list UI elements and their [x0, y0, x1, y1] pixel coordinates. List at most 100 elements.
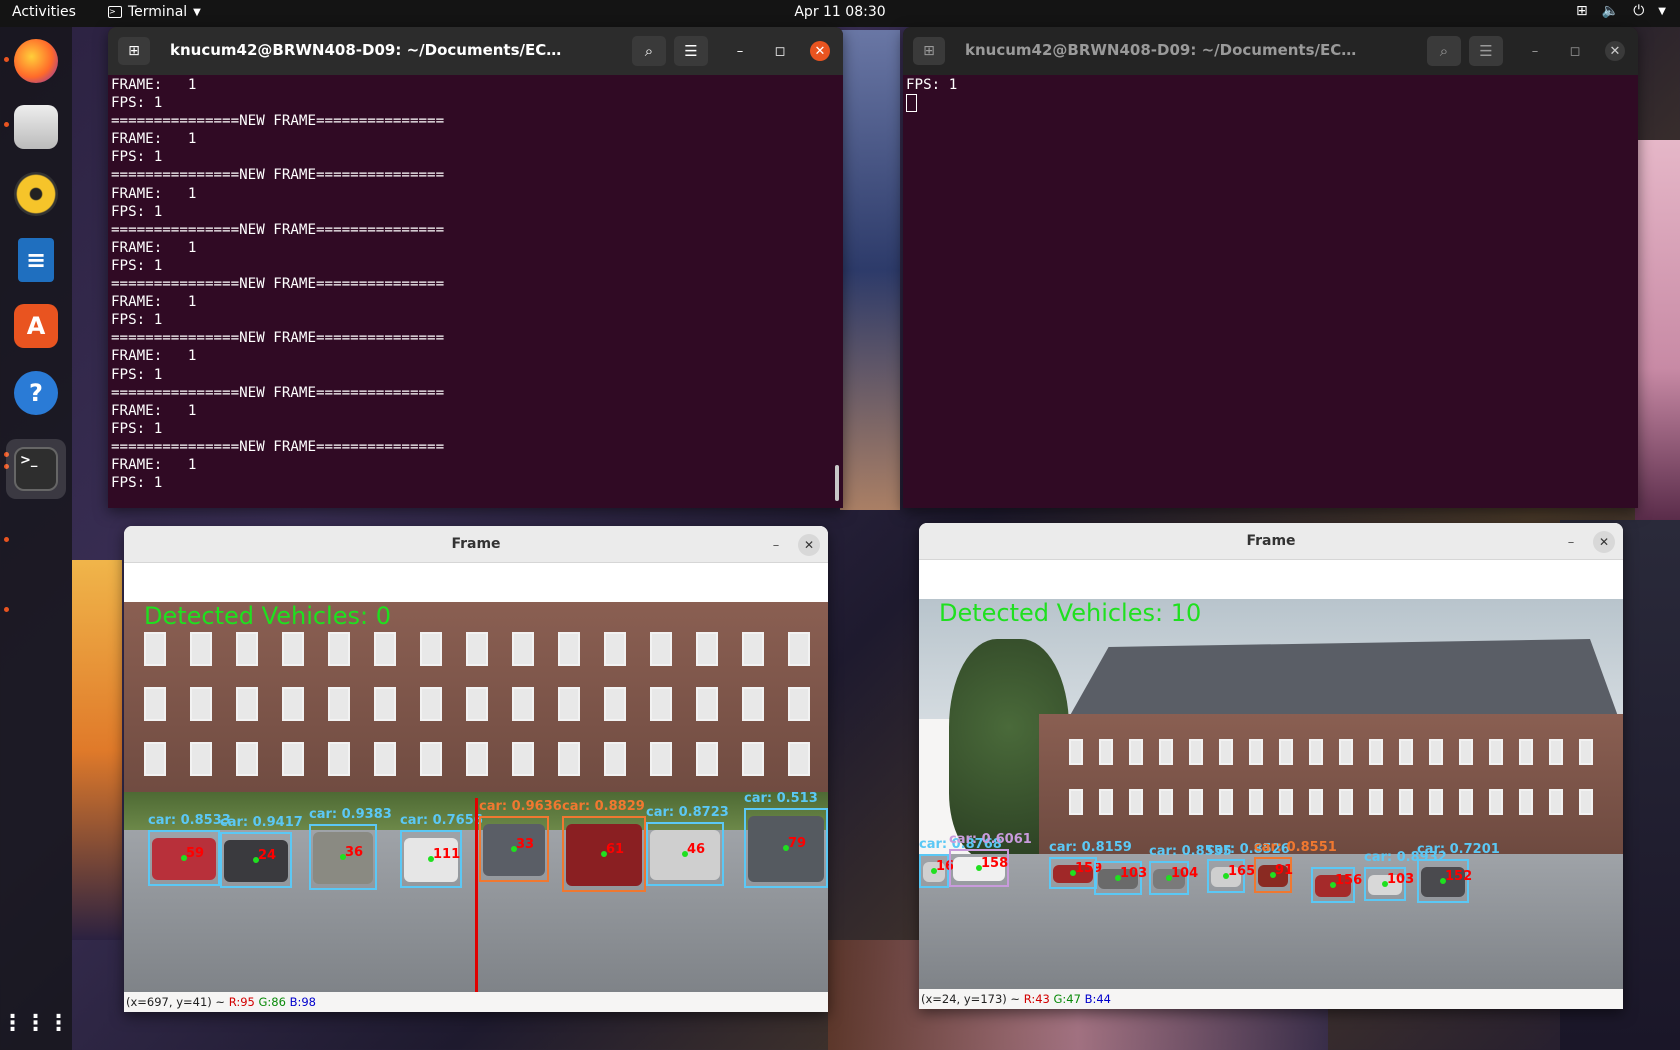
terminal-line: FRAME: 1	[111, 456, 197, 473]
frame-window-right[interactable]: Frame – ✕ car: 0.8768 161 car: 0.6061 158 ca…	[919, 523, 1623, 1009]
minimize-button[interactable]: –	[1525, 41, 1545, 61]
menu-button[interactable]: ☰	[674, 36, 708, 66]
building-window	[282, 687, 304, 721]
building-window	[1189, 739, 1203, 765]
new-tab-button[interactable]: ⊞	[913, 37, 945, 65]
close-icon: ✕	[803, 538, 815, 552]
close-button[interactable]: ✕	[1605, 41, 1625, 61]
show-applications-button[interactable]: ⋮⋮⋮	[2, 993, 70, 1050]
building-window	[1429, 789, 1443, 815]
building-window	[1579, 789, 1593, 815]
building-window	[420, 632, 442, 666]
building-window	[512, 632, 534, 666]
terminal-output[interactable]: FPS: 1	[903, 75, 1638, 113]
track-id: 165	[1228, 864, 1256, 879]
search-button[interactable]: ⌕	[1427, 36, 1461, 66]
dock-files[interactable]	[6, 97, 66, 157]
building-window	[1399, 739, 1413, 765]
building-window	[190, 632, 212, 666]
terminal-output[interactable]: FRAME: 1 FPS: 1 ===============NEW FRAME==…	[108, 75, 843, 492]
minimize-button[interactable]: –	[730, 41, 750, 61]
track-id: 46	[687, 842, 706, 857]
clock[interactable]: Apr 11 08:30	[794, 4, 885, 20]
building-window	[236, 632, 258, 666]
minimize-icon: –	[1531, 43, 1539, 59]
terminal-line: FPS: 1	[111, 475, 163, 492]
new-tab-button[interactable]: ⊞	[118, 37, 150, 65]
dock-writer[interactable]: ≡	[6, 230, 66, 290]
terminal-line: ===============NEW FRAME===============	[111, 167, 445, 184]
building-window	[328, 742, 350, 776]
system-tray[interactable]: ⊞ 🔈 ⏻ ▼	[1576, 3, 1666, 19]
building-window	[236, 687, 258, 721]
cursor-position: (x=24, y=173) ~	[921, 992, 1021, 1006]
scrollbar-thumb[interactable]	[835, 465, 839, 501]
track-id: 91	[1275, 863, 1294, 878]
video-frame[interactable]: car: 0.8533 59 car: 0.9417 24 car: 0.9383 36 c…	[124, 602, 828, 992]
minimize-button[interactable]: –	[1561, 532, 1581, 552]
firefox-icon	[14, 39, 58, 83]
close-button[interactable]: ✕	[810, 41, 830, 61]
building-window	[604, 742, 626, 776]
building-window	[1489, 789, 1503, 815]
app-menu[interactable]: > Terminal ▼	[108, 4, 201, 20]
building-window	[512, 742, 534, 776]
search-button[interactable]: ⌕	[632, 36, 666, 66]
frame-window-left[interactable]: Frame – ✕ car: 0.8533 59 car: 0.9417 24 car:…	[124, 526, 828, 1012]
detection-label: car: 0.8723	[646, 805, 729, 820]
building-window	[558, 687, 580, 721]
building-window	[1189, 789, 1203, 815]
terminal-line: ===============NEW FRAME===============	[111, 276, 445, 293]
close-button[interactable]: ✕	[1593, 531, 1615, 553]
track-id: 158	[981, 856, 1009, 871]
building-window	[650, 632, 672, 666]
terminal-line: FRAME: 1	[111, 131, 197, 148]
minimize-button[interactable]: –	[766, 535, 786, 555]
terminal-window-left[interactable]: ⊞ knucum42@BRWN408-D09: ~/Documents/ECE-…	[108, 27, 843, 508]
detection-label: car: 0.6061	[949, 832, 1032, 847]
terminal-title: knucum42@BRWN408-D09: ~/Documents/ECE-Ca…	[965, 41, 1365, 59]
power-icon: ⏻	[1633, 3, 1645, 19]
dock-help[interactable]: ?	[6, 363, 66, 423]
pixel-red: R:43	[1023, 992, 1050, 1006]
building-window	[1129, 739, 1143, 765]
dock-app-center[interactable]: A	[6, 296, 66, 356]
frame-title: Frame	[451, 536, 501, 552]
track-id: 36	[345, 845, 364, 860]
building-window	[650, 742, 672, 776]
video-frame[interactable]: car: 0.8768 161 car: 0.6061 158 car: 0.8159 1…	[919, 599, 1623, 989]
building-window	[1069, 739, 1083, 765]
detected-vehicles-count: Detected Vehicles: 0	[144, 602, 391, 630]
building-window	[1519, 739, 1533, 765]
dock-terminal[interactable]: >_	[6, 439, 66, 499]
track-id: 104	[1171, 866, 1199, 881]
building-window	[1399, 789, 1413, 815]
close-button[interactable]: ✕	[798, 534, 820, 556]
building-window	[466, 687, 488, 721]
terminal-icon: >_	[14, 447, 58, 491]
wallpaper-fragment	[72, 560, 122, 940]
building-window	[144, 687, 166, 721]
building-window	[1309, 739, 1323, 765]
detection-label: car: 0.9636	[479, 799, 562, 814]
building-window	[742, 632, 764, 666]
terminal-window-right[interactable]: ⊞ knucum42@BRWN408-D09: ~/Documents/ECE-…	[903, 27, 1638, 508]
building-window	[742, 742, 764, 776]
top-bar: Activities > Terminal ▼ Apr 11 08:30 ⊞ 🔈…	[0, 0, 1680, 27]
maximize-button[interactable]: ◻	[1565, 41, 1585, 61]
dock-firefox[interactable]	[6, 31, 66, 91]
track-id: 59	[186, 846, 205, 861]
track-id: 61	[606, 842, 625, 857]
detection-label: car: 0.8829	[562, 799, 645, 814]
maximize-button[interactable]: ◻	[770, 41, 790, 61]
terminal-line: FPS: 1	[111, 420, 163, 437]
activities-button[interactable]: Activities	[12, 4, 76, 20]
menu-button[interactable]: ☰	[1469, 36, 1503, 66]
building-window	[1579, 739, 1593, 765]
frame-title: Frame	[1246, 533, 1296, 549]
track-id: 152	[1445, 869, 1473, 884]
volume-icon: 🔈	[1601, 3, 1620, 19]
minimize-icon: –	[736, 43, 744, 59]
frame-toolbar	[919, 560, 1623, 599]
dock-rhythmbox[interactable]	[6, 164, 66, 224]
